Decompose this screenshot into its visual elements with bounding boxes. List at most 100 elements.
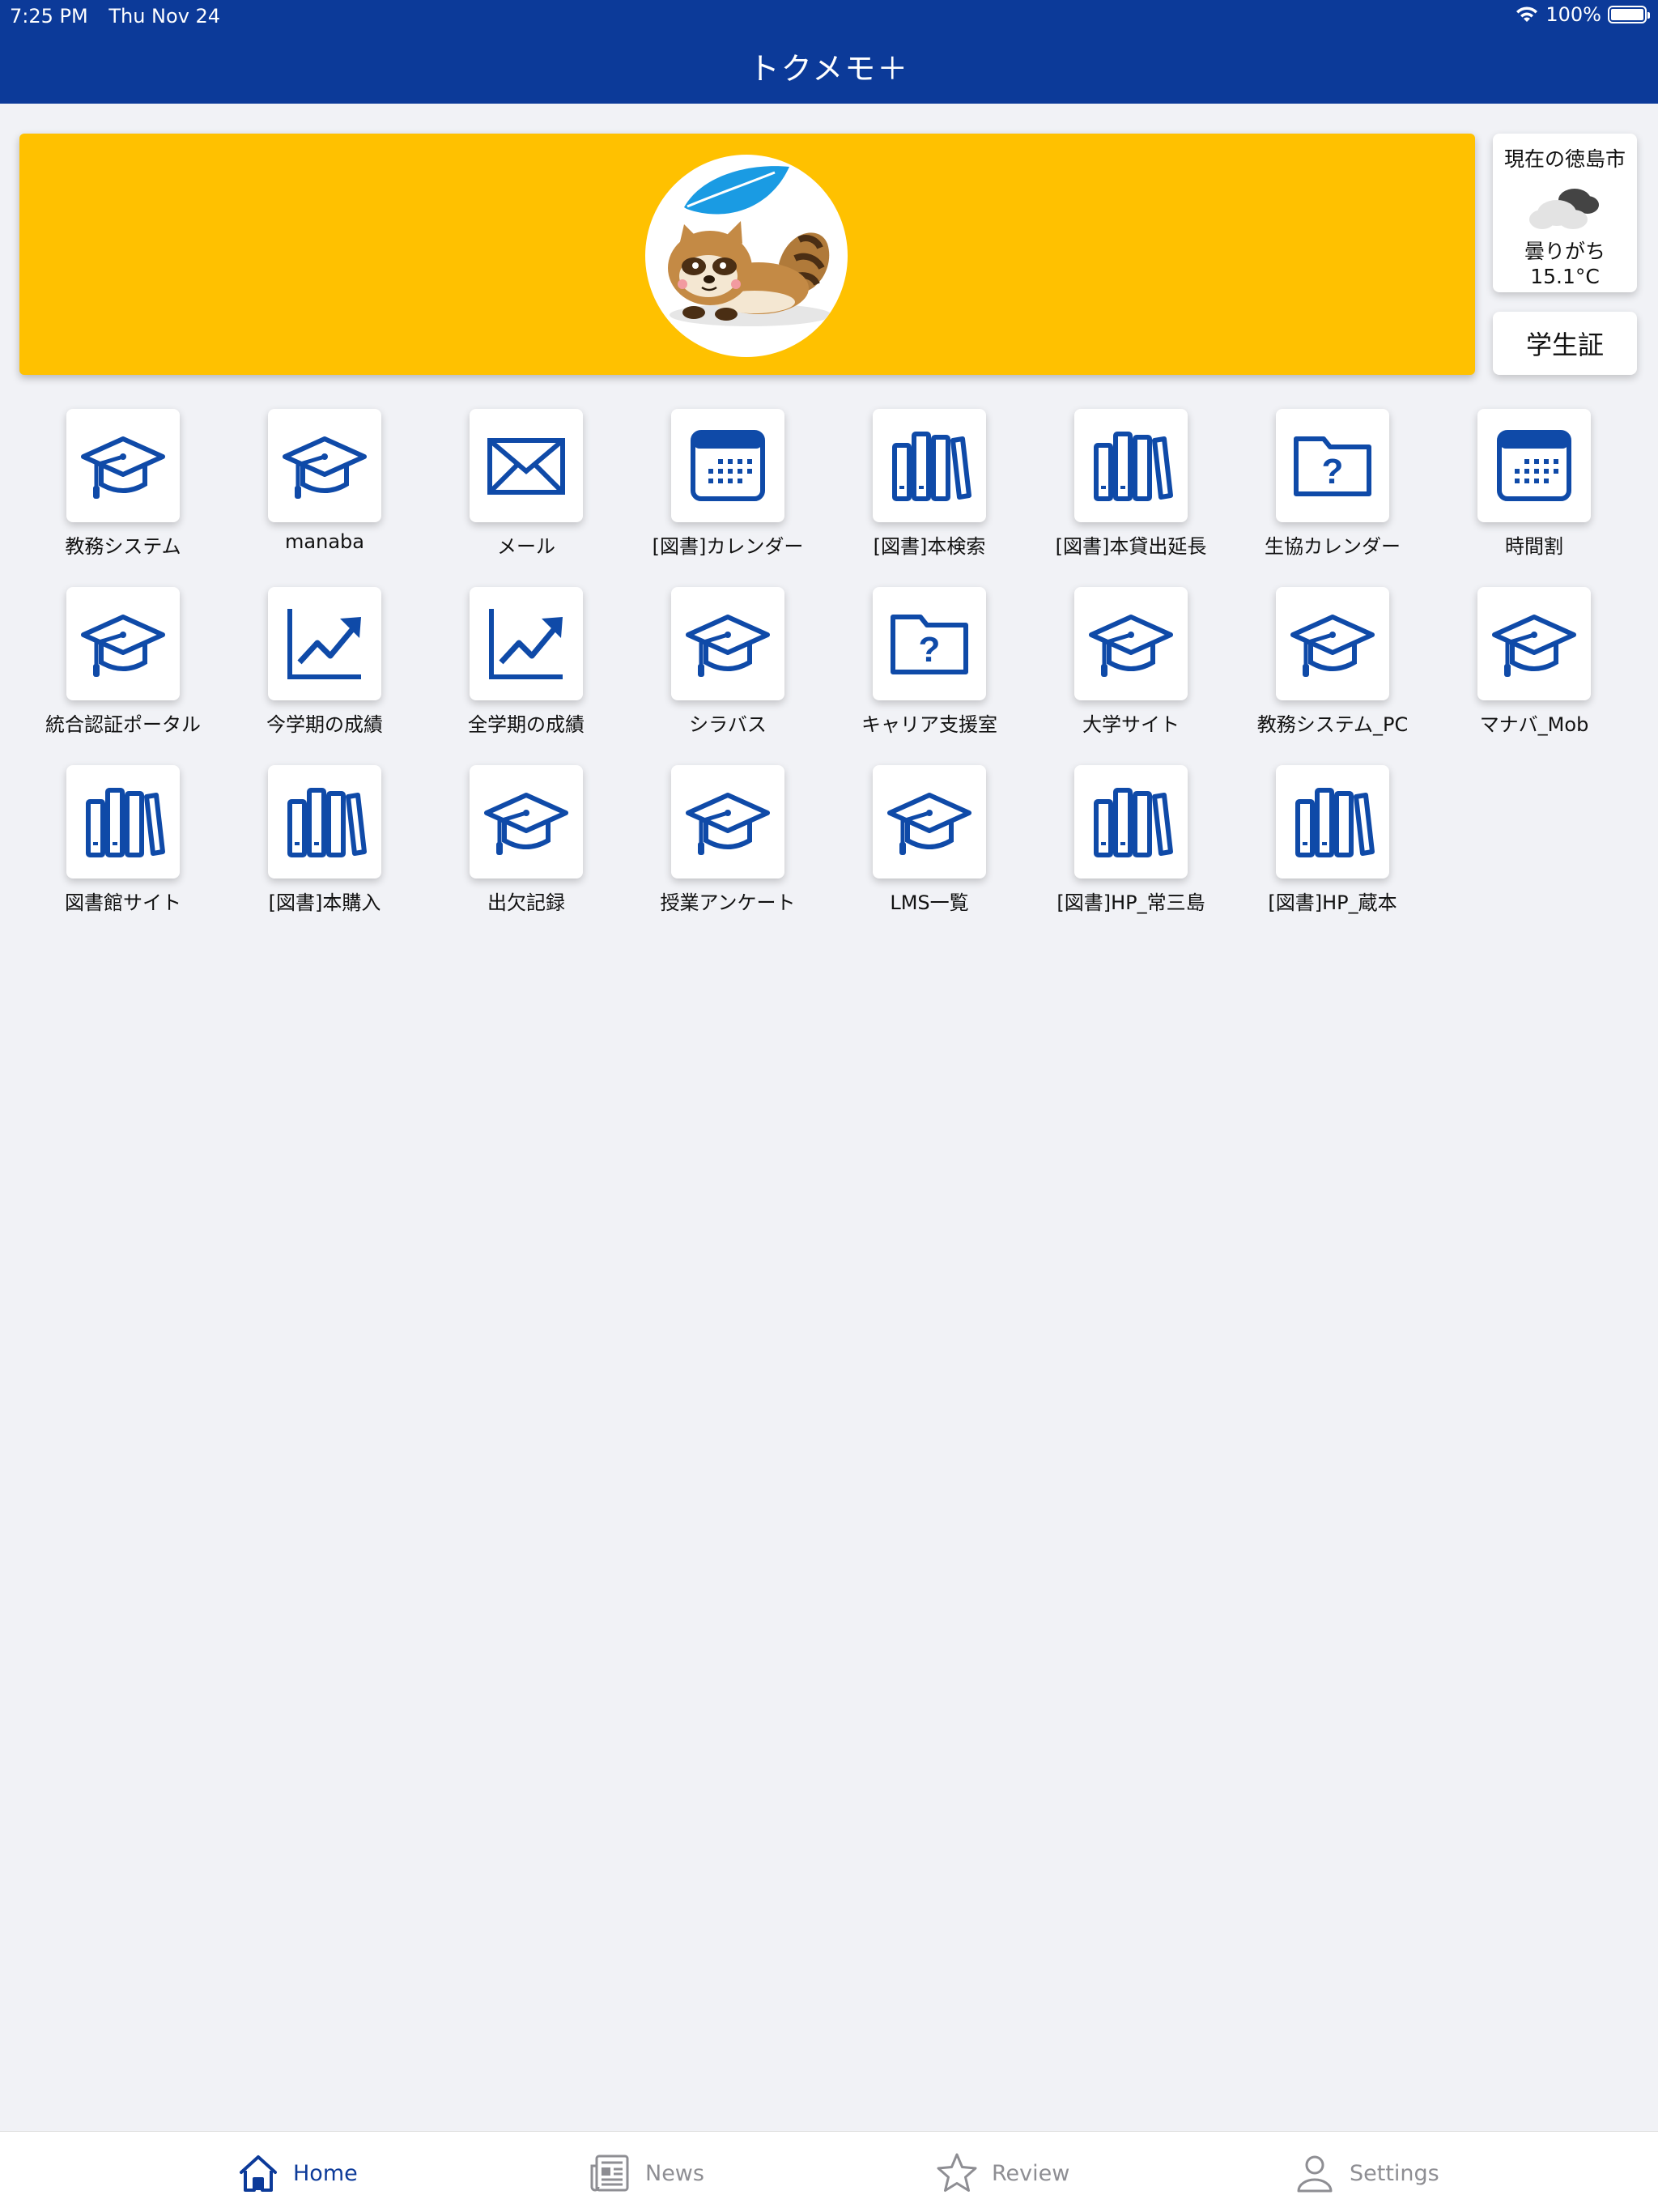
app-tile-label: 授業アンケート [660,891,796,914]
calendar-icon[interactable] [1477,409,1591,522]
app-tile-label: 今学期の成績 [266,713,383,736]
app-tile[interactable]: メール [445,409,607,559]
tab-settings[interactable]: Settings [1293,2151,1439,2195]
graduation-cap-icon[interactable] [1477,587,1591,700]
app-tile-label: メール [497,535,555,558]
app-tile[interactable]: 今学期の成績 [244,587,406,737]
app-tile[interactable]: [図書]本貸出延長 [1050,409,1212,559]
app-tile-label: マナバ_Mob [1479,713,1589,736]
tab-news-label: News [645,2160,704,2186]
app-tile[interactable]: ? キャリア支援室 [848,587,1010,737]
status-time: 7:25 PM [10,5,88,28]
graduation-cap-icon[interactable] [268,409,381,522]
app-title: トクメモ＋ [748,51,910,87]
books-icon[interactable] [1074,765,1188,878]
app-tile[interactable]: 教務システム_PC [1252,587,1414,737]
app-tile[interactable]: 教務システム [42,409,204,559]
trend-chart-icon[interactable] [470,587,583,700]
app-tile[interactable]: [図書]本検索 [848,409,1010,559]
graduation-cap-icon[interactable] [873,765,986,878]
app-tile[interactable]: [図書]本購入 [244,765,406,915]
envelope-icon[interactable] [470,409,583,522]
cloudy-icon [1524,181,1605,232]
books-icon[interactable] [268,765,381,878]
tab-home[interactable]: Home [236,2151,358,2195]
app-tile-label: [図書]本検索 [873,535,986,558]
graduation-cap-icon[interactable] [470,765,583,878]
app-tile[interactable]: manaba [244,409,406,553]
app-tile[interactable]: 統合認証ポータル [42,587,204,737]
graduation-cap-icon[interactable] [1276,587,1389,700]
app-tile[interactable]: マナバ_Mob [1453,587,1615,737]
status-bar: 7:25 PM Thu Nov 24 [10,5,235,28]
app-tile-label: キャリア支援室 [861,713,997,736]
app-tile[interactable]: シラバス [647,587,809,737]
weather-card[interactable]: 現在の徳島市 曇りがち 15.1°C [1493,134,1637,292]
graduation-cap-icon[interactable] [1074,587,1188,700]
app-tile[interactable]: [図書]HP_蔵本 [1252,765,1414,915]
app-tile-label: LMS一覧 [890,891,969,914]
battery-percent: 100% [1545,3,1601,26]
top-bar: 7:25 PM Thu Nov 24 100% トクメモ＋ [0,0,1658,104]
app-tile[interactable]: ? 生協カレンダー [1252,409,1414,559]
weather-condition: 曇りがち [1524,240,1605,263]
graduation-cap-icon[interactable] [671,587,784,700]
books-icon[interactable] [1276,765,1389,878]
tab-news[interactable]: News [589,2151,704,2195]
newspaper-icon [590,2155,629,2192]
app-tile[interactable]: 出欠記録 [445,765,607,915]
tab-bar: Home News Review Settings [0,2131,1658,2212]
app-tile-label: 全学期の成績 [468,713,585,736]
app-tile-label: [図書]カレンダー [652,535,804,558]
app-tile-label: [図書]HP_蔵本 [1268,891,1397,914]
app-tile-label: 統合認証ポータル [45,713,201,736]
app-tile[interactable]: 全学期の成績 [445,587,607,737]
graduation-cap-icon[interactable] [671,765,784,878]
app-tile-label: [図書]本貸出延長 [1055,535,1207,558]
weather-temperature: 15.1°C [1530,265,1600,288]
books-icon[interactable] [66,765,180,878]
svg-text:?: ? [1322,452,1344,491]
app-tile-label: 大学サイト [1082,713,1180,736]
wifi-icon [1516,6,1538,22]
app-tile[interactable]: 授業アンケート [647,765,809,915]
status-date: Thu Nov 24 [108,5,221,28]
question-folder-icon[interactable]: ? [1276,409,1389,522]
tab-review-label: Review [992,2160,1070,2186]
app-tile-label: 教務システム [65,535,181,558]
app-tile-label: [図書]HP_常三島 [1056,891,1205,914]
app-tile[interactable]: 大学サイト [1050,587,1212,737]
person-icon [1297,2155,1333,2193]
app-tile-label: 教務システム_PC [1256,713,1409,736]
graduation-cap-icon[interactable] [66,587,180,700]
app-tile[interactable]: 図書館サイト [42,765,204,915]
app-tile[interactable]: [図書]HP_常三島 [1050,765,1212,915]
student-id-button[interactable]: 学生証 [1493,312,1637,375]
app-tile[interactable]: LMS一覧 [848,765,1010,915]
question-folder-icon[interactable]: ? [873,587,986,700]
app-tile-label: 生協カレンダー [1265,535,1401,558]
star-icon [937,2153,977,2192]
graduation-cap-icon[interactable] [66,409,180,522]
svg-text:?: ? [919,630,941,670]
mascot-banner [19,134,1475,375]
app-tile-label: 出欠記録 [487,891,565,914]
books-icon[interactable] [1074,409,1188,522]
app-tile-label: 図書館サイト [65,891,181,914]
app-tile-label: 時間割 [1505,535,1563,558]
home-icon [240,2155,277,2192]
mascot-logo [645,155,848,357]
app-tile-label: manaba [285,530,364,553]
app-tile-label: [図書]本購入 [268,891,381,914]
app-tile[interactable]: [図書]カレンダー [647,409,809,559]
books-icon[interactable] [873,409,986,522]
trend-chart-icon[interactable] [268,587,381,700]
tab-review[interactable]: Review [935,2151,1069,2195]
tab-home-label: Home [293,2160,358,2186]
tab-settings-label: Settings [1350,2160,1439,2186]
app-tile-label: シラバス [689,713,767,736]
app-tile[interactable]: 時間割 [1453,409,1615,559]
calendar-icon[interactable] [671,409,784,522]
battery-icon [1608,6,1650,23]
weather-city: 現在の徳島市 [1503,147,1626,171]
